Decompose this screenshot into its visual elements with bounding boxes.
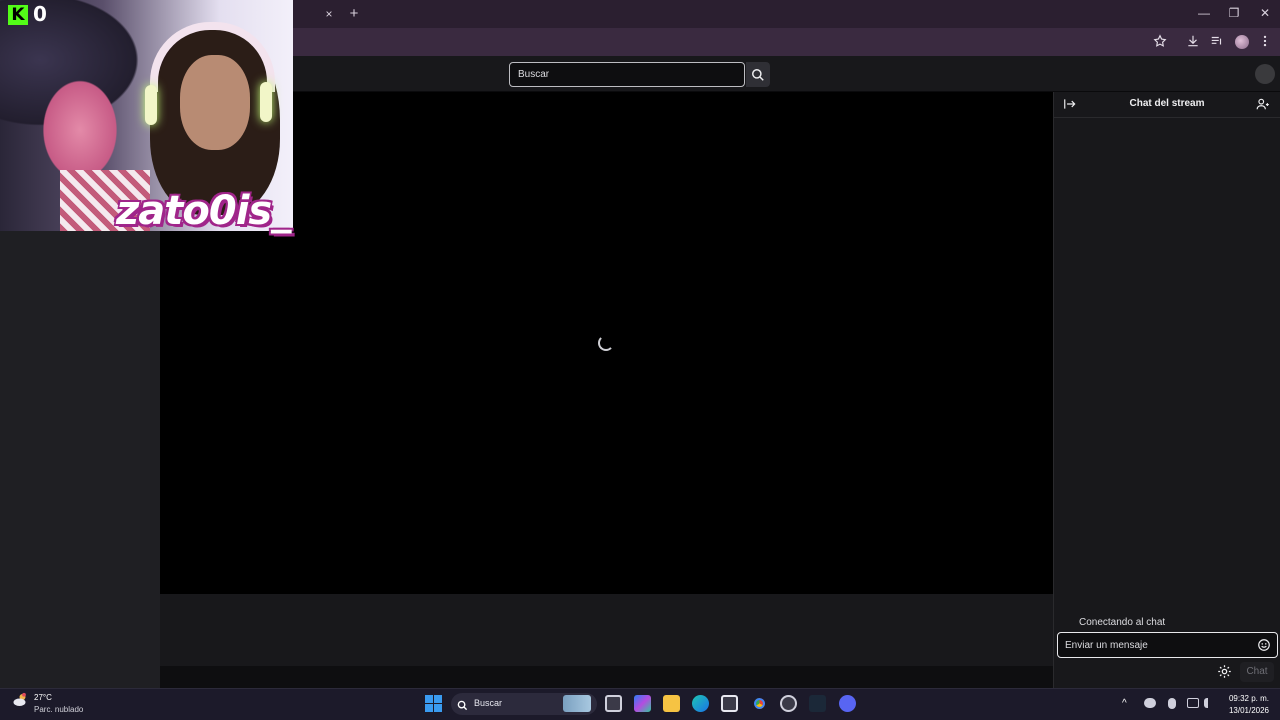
search-input[interactable] [509,62,745,87]
chat-panel [1053,92,1280,688]
headset-left-light [145,85,157,125]
taskbar-search-icon [457,698,468,711]
user-avatar[interactable] [1255,64,1275,84]
updates-icon[interactable] [780,695,797,712]
bookmark-star-icon[interactable] [1152,34,1168,50]
close-window-button[interactable]: ✕ [1253,4,1277,22]
maximize-button[interactable]: ❐ [1222,4,1246,22]
task-view-icon[interactable] [605,695,622,712]
file-explorer-icon[interactable] [663,695,680,712]
loading-spinner [598,335,614,351]
discord-icon[interactable] [839,695,856,712]
minimize-button[interactable]: — [1192,4,1216,22]
search-icon [752,69,764,81]
viewer-count: 0 [33,2,47,26]
weather-cloud-icon[interactable] [12,692,30,708]
microphone-icon[interactable] [1168,698,1176,709]
search-highlight-icon[interactable] [563,695,591,712]
network-icon[interactable] [1187,698,1199,708]
clock-date[interactable]: 13/01/2026 [1219,706,1269,715]
clock-time[interactable]: 09:32 p. m. [1219,694,1269,703]
volume-icon[interactable] [1204,698,1216,708]
community-icon[interactable] [1256,97,1272,113]
headset-right-light [260,82,272,122]
windows-start-icon[interactable] [425,695,442,712]
collapse-chat-icon[interactable] [1062,97,1078,113]
chat-send-button[interactable]: Chat [1240,662,1274,682]
chrome-icon[interactable] [751,695,768,712]
emote-icon[interactable] [1257,638,1271,652]
profile-avatar[interactable] [1235,35,1249,49]
chat-message-input[interactable] [1057,632,1278,658]
more-menu-icon[interactable] [1257,34,1273,50]
search-button[interactable] [746,62,770,87]
copilot-icon[interactable] [634,695,651,712]
page-bottom-strip [160,666,1053,688]
tab-close-button[interactable]: × [321,6,337,22]
download-icon[interactable] [1185,34,1201,50]
chat-connecting-status: Conectando al chat [1079,617,1166,628]
stream-info-area [160,594,1053,666]
onedrive-icon[interactable] [1144,698,1156,708]
weather-temperature: 27°C [34,693,52,702]
taskbar-search-label: Buscar [474,698,503,708]
weather-description: Parc. nublado [34,705,84,714]
steam-icon[interactable] [809,695,826,712]
settings-gear-icon[interactable] [1217,664,1232,679]
store-icon[interactable] [721,695,738,712]
new-tab-button[interactable]: + [345,5,363,23]
chat-title: Chat del stream [1129,98,1205,109]
tray-overflow-icon[interactable]: ^ [1122,698,1127,709]
edge-icon[interactable] [692,695,709,712]
headset-band [150,22,275,92]
media-control-icon[interactable] [1209,34,1225,50]
kick-logo: K [8,5,28,25]
streamer-name-overlay: zato0is_ [116,188,291,234]
